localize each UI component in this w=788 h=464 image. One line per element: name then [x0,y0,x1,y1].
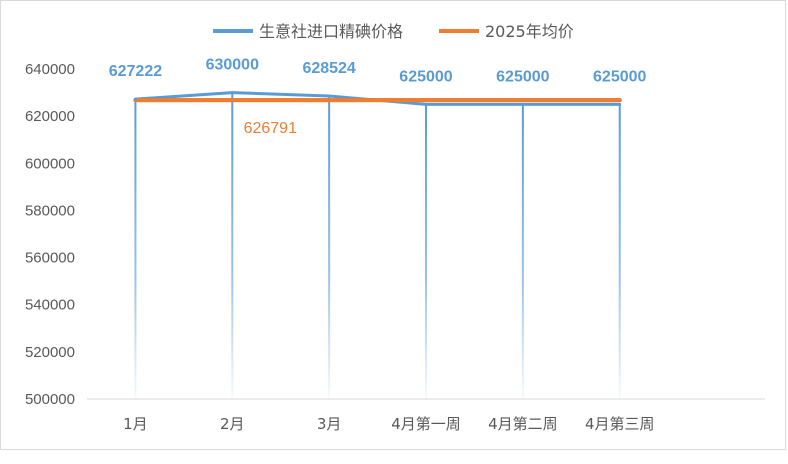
data-point [327,94,331,98]
y-tick-label: 600000 [25,155,75,172]
x-axis: 1月 2月 3月 4月第一周 4月第二周 4月第三周 [87,398,765,433]
data-label-import-price: 630000 [206,57,259,74]
x-tick-label: 2月 [220,415,245,433]
drop-line [521,104,524,399]
x-tick-label: 4月第二周 [488,415,558,433]
y-tick-label: 540000 [25,297,75,314]
legend-item-series-2[interactable]: 2025年均价 [439,22,574,41]
y-tick-label: 520000 [25,344,75,361]
y-axis: 500000 520000 540000 560000 580000 600000 6200… [25,61,75,408]
series-layer [133,91,622,106]
data-point [424,102,428,106]
data-point [618,102,622,106]
y-tick-label: 620000 [25,108,75,125]
y-tick-label: 580000 [25,202,75,219]
drop-line [134,99,137,399]
legend-label-series-1: 生意社进口精碘价格 [259,22,403,41]
x-tick-label: 1月 [123,415,148,433]
data-point [521,102,525,106]
data-label-import-price: 625000 [399,68,452,85]
data-label-import-price: 627222 [109,63,162,80]
drop-lines [134,92,621,400]
data-label-import-price: 625000 [496,68,549,85]
data-label-import-price: 625000 [593,68,646,85]
data-point [230,91,234,95]
line-chart: 生意社进口精碘价格 2025年均价 500000 520000 540000 5600… [25,22,765,433]
legend-item-series-1[interactable]: 生意社进口精碘价格 [213,22,403,41]
drop-line [425,104,427,399]
legend-label-series-2: 2025年均价 [485,22,574,41]
y-tick-label: 640000 [25,61,75,78]
y-tick-label: 500000 [25,391,75,408]
drop-line [618,104,621,399]
x-tick-label: 4月第三周 [585,415,655,433]
x-tick-label: 3月 [317,415,342,433]
data-label-average: 626791 [244,120,297,137]
y-tick-label: 560000 [25,250,75,267]
data-point [133,97,137,101]
drop-line [231,92,234,400]
x-tick-label: 4月第一周 [391,415,461,433]
data-label-import-price: 628524 [302,60,355,77]
legend: 生意社进口精碘价格 2025年均价 [213,22,574,41]
chart-frame: 生意社进口精碘价格 2025年均价 500000 520000 540000 5600… [0,0,786,450]
drop-line [328,96,331,399]
